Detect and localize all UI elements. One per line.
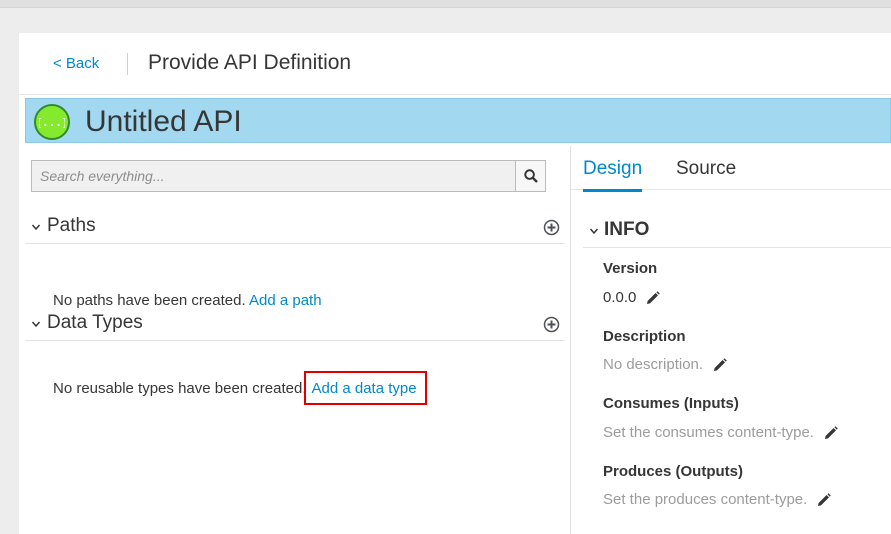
produces-value: Set the produces content-type.: [603, 491, 832, 508]
edit-version-icon[interactable]: [646, 290, 661, 305]
paths-section-header[interactable]: Paths: [25, 210, 565, 244]
search-icon: [523, 169, 538, 183]
info-title: INFO: [604, 219, 650, 240]
description-label: Description: [603, 328, 686, 345]
edit-produces-icon[interactable]: [817, 492, 832, 507]
search-box: [31, 160, 546, 192]
svg-text:{...}: {...}: [39, 116, 65, 129]
data-types-section-header[interactable]: Data Types: [25, 307, 565, 341]
version-value: 0.0.0: [603, 289, 661, 306]
add-data-type-icon[interactable]: [543, 316, 560, 333]
chevron-down-icon[interactable]: [589, 223, 599, 239]
description-value: No description.: [603, 356, 727, 373]
right-pane: Design Source INFO Version 0.0.0 Descrip…: [571, 146, 891, 534]
editor-panel: < Back Provide API Definition {...} Unti…: [19, 33, 891, 534]
version-label: Version: [603, 260, 658, 277]
header-separator: [127, 53, 128, 75]
search-button[interactable]: [515, 161, 545, 191]
add-path-icon[interactable]: [543, 219, 560, 236]
api-name[interactable]: Untitled API: [85, 105, 242, 139]
left-pane: Paths No paths have been created. Add a …: [19, 146, 570, 534]
page-header: < Back Provide API Definition: [19, 33, 891, 95]
api-title-bar: {...} Untitled API: [25, 98, 891, 143]
swagger-logo-icon: {...}: [34, 104, 70, 140]
edit-consumes-icon[interactable]: [824, 425, 838, 440]
info-section-header[interactable]: INFO: [583, 214, 891, 248]
search-input[interactable]: [32, 161, 515, 191]
data-types-title: Data Types: [47, 312, 143, 333]
page-title: Provide API Definition: [148, 51, 352, 74]
data-types-empty-message: No reusable types have been created. Add …: [53, 371, 427, 405]
consumes-value: Set the consumes content-type.: [603, 424, 838, 441]
tab-source[interactable]: Source: [676, 158, 736, 189]
produces-label: Produces (Outputs): [603, 463, 744, 480]
add-data-type-link[interactable]: Add a data type: [303, 371, 427, 405]
chevron-down-icon[interactable]: [31, 219, 41, 235]
edit-description-icon[interactable]: [713, 357, 727, 372]
chevron-down-icon[interactable]: [31, 316, 41, 332]
paths-title: Paths: [47, 215, 96, 236]
top-band: [0, 0, 891, 8]
consumes-label: Consumes (Inputs): [603, 395, 739, 412]
tab-design[interactable]: Design: [583, 158, 643, 192]
tab-bar: Design Source: [571, 146, 891, 192]
back-link[interactable]: < Back: [53, 55, 99, 72]
